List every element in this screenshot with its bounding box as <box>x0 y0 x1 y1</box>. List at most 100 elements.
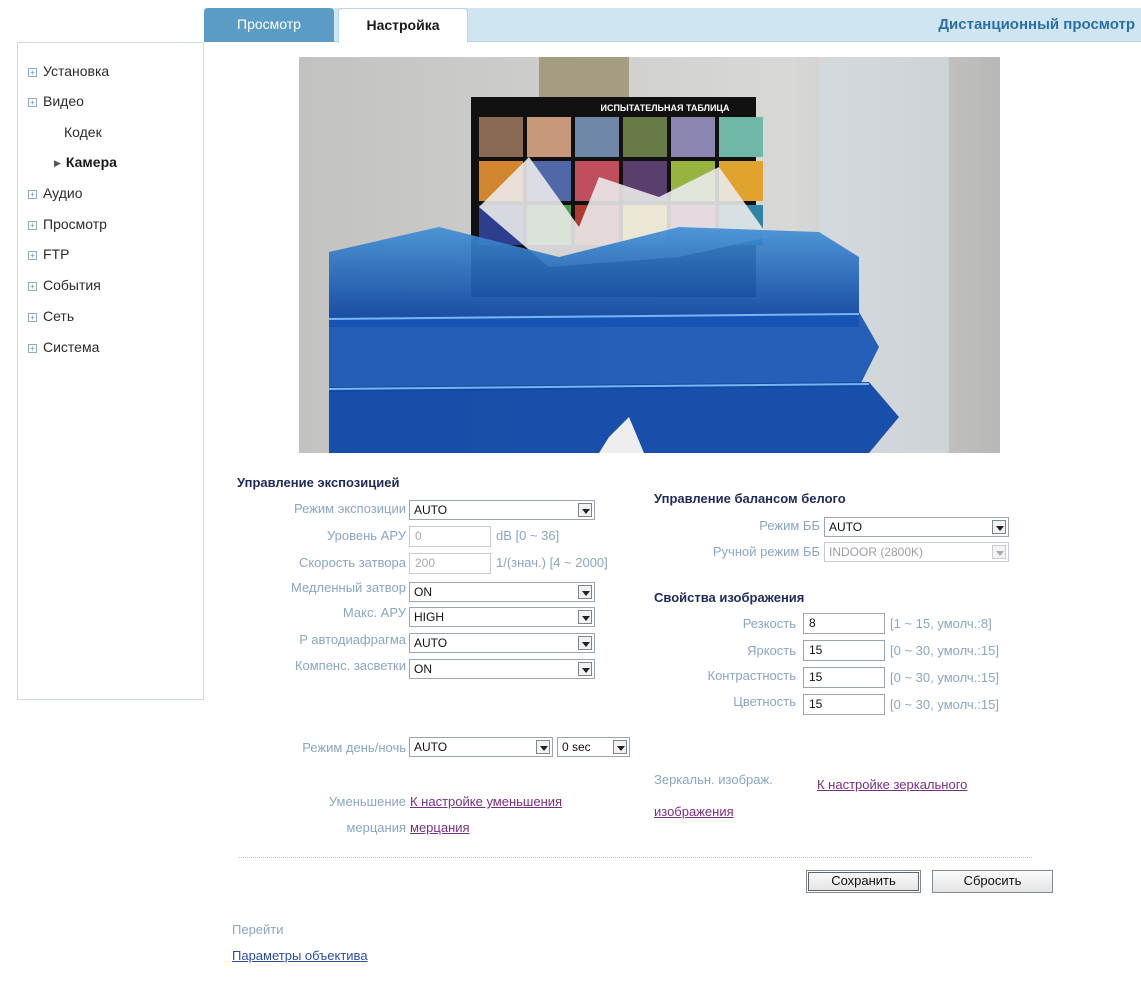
sidebar-item-video[interactable]: + Видео <box>28 93 84 109</box>
top-tab-bar: Просмотр Настройка Дистанционный просмот… <box>204 8 1141 43</box>
day-night-select[interactable]: AUTO <box>409 737 553 757</box>
slow-shutter-select[interactable]: ON <box>409 582 595 602</box>
sidebar-item-camera[interactable]: ▶ Камера <box>54 154 117 170</box>
shutter-speed-input[interactable]: 200 <box>409 553 491 574</box>
sharpness-input[interactable]: 8 <box>803 613 885 634</box>
p-iris-value: AUTO <box>414 636 448 650</box>
reset-button[interactable]: Сбросить <box>932 870 1053 893</box>
wb-manual-value: INDOOR (2800K) <box>829 545 924 559</box>
sharpness-label: Резкость <box>742 616 796 631</box>
sidebar-item-ftp[interactable]: + FTP <box>28 246 69 262</box>
dropdown-arrow-icon <box>578 662 592 676</box>
goto-label: Перейти <box>232 922 284 937</box>
agc-level-input[interactable]: 0 <box>409 526 491 547</box>
brightness-input[interactable]: 15 <box>803 640 885 661</box>
sidebar-item-label: Установка <box>43 63 110 79</box>
arrow-right-icon: ▶ <box>54 158 61 168</box>
sidebar-item-label: Просмотр <box>43 216 107 232</box>
slow-shutter-value: ON <box>414 585 432 599</box>
flicker-settings-link[interactable]: К настройке уменьшения <box>410 794 562 809</box>
contrast-hint: [0 ~ 30, умолч.:15] <box>890 670 999 685</box>
shutter-speed-label: Скорость затвора <box>298 555 406 570</box>
expand-icon: + <box>28 68 37 77</box>
sidebar-item-system[interactable]: + Система <box>28 339 99 355</box>
contrast-input[interactable]: 15 <box>803 667 885 688</box>
day-night-label: Режим день/ночь <box>302 740 406 755</box>
expand-icon: + <box>28 344 37 353</box>
color-patch <box>671 117 715 157</box>
wb-manual-select[interactable]: INDOOR (2800K) <box>824 542 1009 562</box>
color-patch <box>527 117 571 157</box>
expand-icon: + <box>28 221 37 230</box>
backlight-label: Компенс. засветки <box>294 658 406 673</box>
wb-mode-value: AUTO <box>829 520 863 534</box>
color-patch <box>479 117 523 157</box>
camera-preview-image: ИСПЫТАТЕЛЬНАЯ ТАБЛИЦА <box>299 57 1000 453</box>
shutter-speed-hint: 1/(знач.) [4 ~ 2000] <box>496 555 608 570</box>
day-night-delay-value: 0 sec <box>562 740 591 754</box>
flicker-settings-link-line2[interactable]: мерцания <box>410 820 470 835</box>
color-input[interactable]: 15 <box>803 694 885 715</box>
max-agc-value: HIGH <box>414 610 444 624</box>
exposure-mode-label: Режим экспозиции <box>294 501 406 516</box>
wb-manual-label: Ручной режим ББ <box>712 544 820 559</box>
sidebar-item-label: Камера <box>65 154 117 170</box>
white-balance-section-title: Управление балансом белого <box>654 491 846 506</box>
divider <box>239 857 1032 858</box>
dropdown-arrow-icon <box>578 503 592 517</box>
dropdown-arrow-icon <box>578 585 592 599</box>
sidebar-item-network[interactable]: + Сеть <box>28 308 74 324</box>
dropdown-arrow-icon <box>578 636 592 650</box>
dropdown-arrow-icon <box>536 740 550 754</box>
backlight-select[interactable]: ON <box>409 659 595 679</box>
agc-level-hint: dB [0 ~ 36] <box>496 528 560 543</box>
tab-settings[interactable]: Настройка <box>338 8 468 43</box>
expand-icon: + <box>28 251 37 260</box>
sidebar-item-setup[interactable]: + Установка <box>28 63 109 79</box>
flicker-label-line1: Уменьшение <box>328 794 406 809</box>
sidebar-item-label: Аудио <box>43 185 83 201</box>
brightness-hint: [0 ~ 30, умолч.:15] <box>890 643 999 658</box>
wb-mode-label: Режим ББ <box>759 518 820 533</box>
wb-mode-select[interactable]: AUTO <box>824 517 1009 537</box>
sidebar-item-label: Видео <box>43 93 84 109</box>
save-button[interactable]: Сохранить <box>806 870 921 893</box>
flicker-label-line2: мерцания <box>346 820 406 835</box>
sidebar-item-label: События <box>43 277 101 293</box>
max-agc-select[interactable]: HIGH <box>409 607 595 627</box>
color-hint: [0 ~ 30, умолч.:15] <box>890 697 999 712</box>
tab-preview[interactable]: Просмотр <box>204 8 334 42</box>
dropdown-arrow-icon <box>613 740 627 754</box>
sidebar-item-label: FTP <box>43 246 70 262</box>
mirror-label: Зеркальн. изображ. <box>654 772 773 787</box>
sidebar-item-events[interactable]: + События <box>28 277 101 293</box>
test-chart-title: ИСПЫТАТЕЛЬНАЯ ТАБЛИЦА <box>600 103 730 113</box>
exposure-mode-select[interactable]: AUTO <box>409 500 595 520</box>
p-iris-select[interactable]: AUTO <box>409 633 595 653</box>
dropdown-arrow-icon <box>992 520 1006 534</box>
image-properties-section-title: Свойства изображения <box>654 590 805 605</box>
expand-icon: + <box>28 98 37 107</box>
expand-icon: + <box>28 190 37 199</box>
mirror-settings-link-line2[interactable]: изображения <box>654 804 734 819</box>
day-night-delay-select[interactable]: 0 sec <box>557 737 630 757</box>
backlight-value: ON <box>414 662 432 676</box>
mirror-settings-link[interactable]: К настройке зеркального <box>817 777 967 792</box>
sidebar-item-label: Сеть <box>43 308 75 324</box>
dropdown-arrow-icon <box>578 610 592 624</box>
day-night-value: AUTO <box>414 740 448 754</box>
sidebar-item-preview[interactable]: + Просмотр <box>28 216 107 232</box>
color-patch <box>575 117 619 157</box>
contrast-label: Контрастность <box>707 668 797 683</box>
lens-parameters-link[interactable]: Параметры объектива <box>232 948 368 963</box>
sidebar-item-codec[interactable]: Кодек <box>64 124 102 140</box>
p-iris-label: P автодиафрагма <box>299 632 406 647</box>
remote-view-link[interactable]: Дистанционный просмотр <box>938 8 1135 42</box>
sidebar-item-audio[interactable]: + Аудио <box>28 185 83 201</box>
sidebar: + Установка + Видео Кодек ▶ Камера + Аудио +… <box>17 42 204 700</box>
sidebar-item-label: Система <box>43 339 100 355</box>
expand-icon: + <box>28 282 37 291</box>
dropdown-arrow-icon <box>992 545 1006 559</box>
exposure-mode-value: AUTO <box>414 503 448 517</box>
camera-preview: ИСПЫТАТЕЛЬНАЯ ТАБЛИЦА <box>299 57 1000 453</box>
